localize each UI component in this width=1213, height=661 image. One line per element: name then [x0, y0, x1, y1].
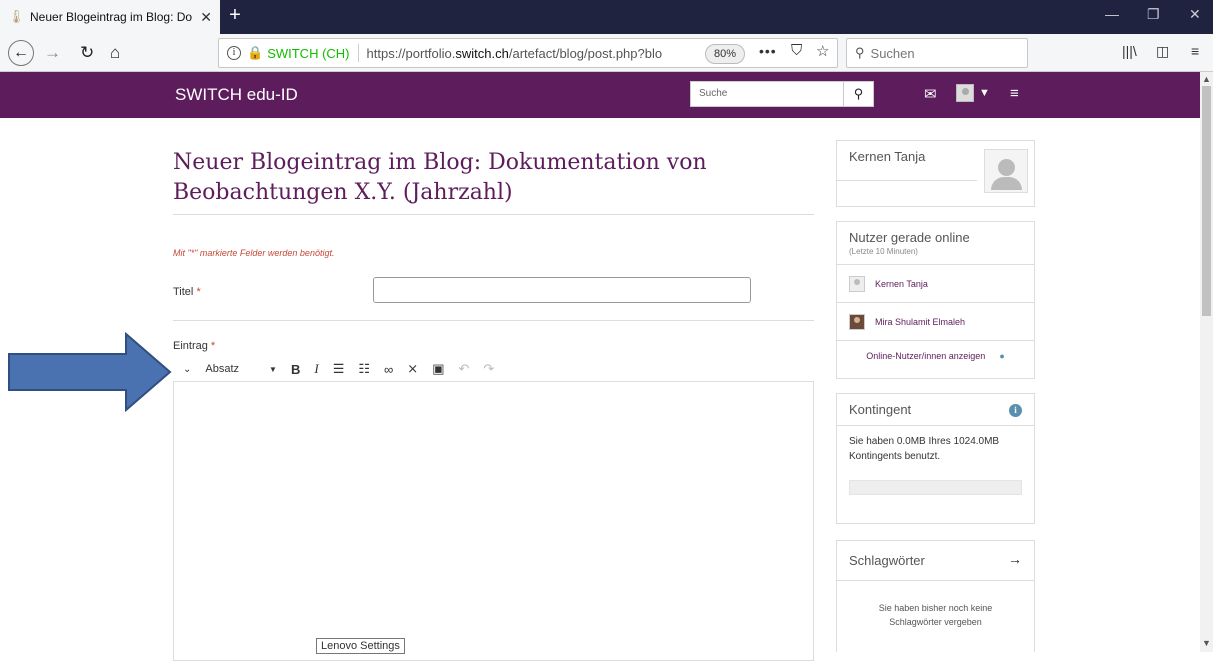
online-users-panel: Nutzer gerade online (Letzte 10 Minuten)… — [836, 221, 1035, 379]
menu-icon[interactable]: ≡ — [1191, 43, 1199, 59]
numbered-list-icon[interactable]: ☷ — [358, 361, 370, 377]
info-icon[interactable]: i — [1009, 404, 1022, 417]
scroll-up-icon[interactable]: ▲ — [1202, 74, 1211, 84]
field-divider — [173, 320, 814, 321]
entry-editor[interactable] — [173, 381, 814, 661]
browser-search-placeholder: Suchen — [870, 45, 915, 61]
url-bar[interactable]: i 🔒 SWITCH (CH) https://portfolio.switch… — [218, 38, 838, 68]
mail-icon[interactable]: ✉ — [924, 85, 937, 103]
page-scrollbar[interactable]: ▲ ▼ — [1200, 72, 1213, 652]
online-users-heading: Nutzer gerade online (Letzte 10 Minuten) — [837, 222, 1034, 264]
online-users-subheading: (Letzte 10 Minuten) — [849, 247, 918, 256]
online-user-item[interactable]: Kernen Tanja — [837, 264, 1034, 302]
title-divider — [173, 214, 814, 215]
quota-progress-bar — [849, 480, 1022, 495]
site-identity: SWITCH (CH) — [267, 45, 350, 61]
user-photo-icon — [849, 313, 865, 330]
link-icon[interactable]: ∞ — [384, 362, 393, 377]
arrow-right-icon[interactable]: → — [1008, 551, 1022, 567]
undo-icon[interactable]: ↶ — [458, 361, 469, 377]
search-icon: ⚲ — [855, 45, 865, 60]
site-header: SWITCH edu-ID Suche ⚲ ✉ ▼ ≡ — [0, 72, 1200, 118]
profile-picture-icon[interactable] — [984, 149, 1028, 193]
tab-title: Neuer Blogeintrag im Blog: Do — [30, 10, 193, 24]
tags-empty-text: Sie haben bisher noch keine Schlagwörter… — [878, 603, 993, 627]
browser-tab[interactable]: 🌡 Neuer Blogeintrag im Blog: Do ✕ — [0, 0, 220, 34]
toolbar-toggle-icon[interactable]: ⌄ — [183, 364, 191, 375]
online-user-name[interactable]: Mira Shulamit Elmaleh — [875, 317, 965, 327]
circle-arrow-icon[interactable]: ● — [999, 351, 1004, 361]
scroll-thumb[interactable] — [1202, 86, 1211, 316]
unlink-icon[interactable]: ⨯ — [407, 361, 418, 377]
site-brand[interactable]: SWITCH edu-ID — [175, 85, 298, 105]
forward-icon[interactable]: → — [44, 43, 61, 63]
bold-icon[interactable]: B — [291, 362, 300, 377]
browser-search-field[interactable]: ⚲ Suchen — [846, 38, 1028, 68]
format-dropdown-icon[interactable]: ▼ — [269, 365, 277, 374]
required-fields-note: Mit "*" markierte Felder werden benötigt… — [173, 248, 335, 258]
minimize-icon[interactable]: — — [1105, 6, 1119, 22]
bullet-list-icon[interactable]: ☰ — [333, 361, 345, 377]
url-separator — [357, 44, 359, 62]
scroll-down-icon[interactable]: ▼ — [1202, 638, 1211, 648]
user-avatar-icon[interactable] — [956, 84, 974, 102]
lock-icon: 🔒 — [247, 45, 264, 60]
hamburger-menu-icon[interactable]: ≡ — [1010, 85, 1019, 102]
close-tab-icon[interactable]: ✕ — [200, 9, 212, 26]
page-title: Neuer Blogeintrag im Blog: Dokumentation… — [173, 150, 707, 205]
library-icon[interactable]: |||\ — [1122, 43, 1137, 59]
user-panel-divider — [837, 180, 977, 181]
format-select[interactable]: Absatz — [205, 363, 239, 375]
page-actions-icon[interactable]: ••• — [759, 43, 777, 59]
reload-icon[interactable]: ↻ — [80, 43, 94, 63]
search-icon: ⚲ — [853, 86, 864, 101]
sidebar-toggle-icon[interactable]: ◫ — [1156, 43, 1169, 60]
online-user-name[interactable]: Kernen Tanja — [875, 279, 928, 289]
quota-text: Sie haben 0.0MB Ihres 1024.0MB Kontingen… — [849, 436, 1000, 462]
zoom-indicator[interactable]: 80% — [705, 44, 746, 64]
quota-panel: Kontingent i Sie haben 0.0MB Ihres 1024.… — [836, 393, 1035, 524]
title-field-label: Titel * — [173, 286, 201, 298]
bookmark-star-icon[interactable]: ☆ — [816, 42, 829, 60]
tags-panel: Schlagwörter → Sie haben bisher noch kei… — [836, 540, 1035, 652]
quota-heading: Kontingent — [837, 394, 1034, 426]
image-icon[interactable]: ▣ — [432, 361, 444, 377]
url-text[interactable]: https://portfolio.switch.ch/artefact/blo… — [367, 46, 697, 61]
browser-tab-strip: 🌡 Neuer Blogeintrag im Blog: Do ✕ + — ❐ … — [0, 0, 1213, 34]
tags-heading: Schlagwörter — [837, 541, 1034, 581]
site-search-button[interactable]: ⚲ — [844, 81, 874, 107]
online-user-item[interactable]: Mira Shulamit Elmaleh — [837, 302, 1034, 340]
chevron-down-icon[interactable]: ▼ — [979, 87, 990, 99]
thermometer-favicon-icon: 🌡 — [8, 9, 25, 24]
window-close-icon[interactable]: ✕ — [1189, 6, 1201, 23]
home-icon[interactable]: ⌂ — [110, 43, 120, 63]
browser-nav-bar: ← → ↻ ⌂ i 🔒 SWITCH (CH) https://portfoli… — [0, 34, 1213, 72]
show-online-users-link[interactable]: Online-Nutzer/innen anzeigen ● — [837, 340, 1034, 370]
new-tab-icon[interactable]: + — [224, 4, 246, 28]
site-search-input[interactable]: Suche — [690, 81, 844, 107]
restore-icon[interactable]: ❐ — [1147, 6, 1160, 23]
user-panel: Kernen Tanja — [836, 140, 1035, 207]
title-input[interactable] — [373, 277, 751, 303]
pocket-icon[interactable]: ⛉ — [791, 42, 802, 59]
user-avatar-icon — [849, 275, 865, 292]
back-icon[interactable]: ← — [8, 40, 34, 66]
annotation-arrow-icon — [8, 332, 172, 412]
entry-field-label: Eintrag * — [173, 340, 216, 352]
redo-icon[interactable]: ↷ — [483, 361, 494, 377]
italic-icon[interactable]: I — [314, 361, 318, 377]
info-icon[interactable]: i — [227, 46, 241, 60]
editor-toolbar: ⌄ Absatz ▼ B I ☰ ☷ ∞ ⨯ ▣ ↶ ↷ — [173, 357, 814, 381]
